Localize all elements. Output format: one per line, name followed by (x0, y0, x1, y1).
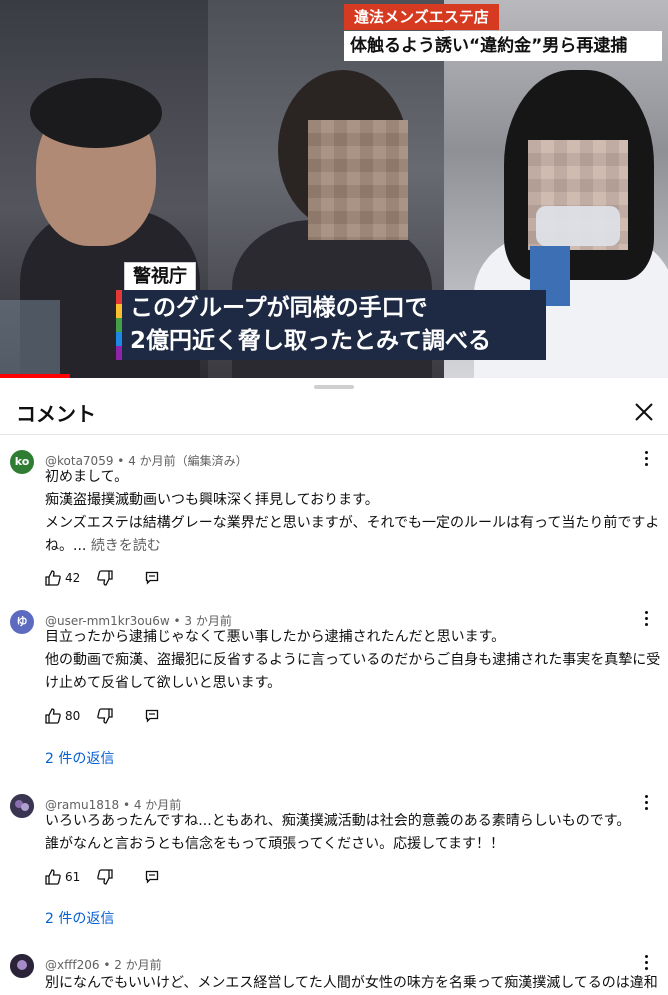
dislike-button[interactable] (97, 568, 117, 588)
dislike-button[interactable] (97, 867, 117, 887)
news-headline: 体触るよう誘い“違約金”男ら再逮捕 (344, 31, 662, 61)
comment-line: いろいろあったんですね...ともあれ、痴漢撲滅活動は社会的意義のある素晴らしいも… (45, 813, 631, 829)
reply-button[interactable] (145, 568, 165, 588)
dislike-button[interactable] (97, 706, 117, 726)
like-icon (45, 869, 61, 885)
comment-line: 誰がなんと言おうとも信念をもって頑張ってください。応援してます！！ (45, 836, 505, 852)
like-count: 61 (65, 870, 81, 884)
dislike-icon (97, 708, 113, 724)
comments-sheet: コメント ko @kota7059 • 4 か月前（編集済み） 初めまして。 痴… (0, 378, 668, 991)
dislike-icon (97, 869, 113, 885)
mosaic-blur (308, 120, 408, 240)
comment-text: 別になんでもいいけど、メンエス経営してた人間が女性の味方を名乗って痴漢撲滅してる… (45, 972, 658, 995)
header-divider (0, 434, 668, 435)
comment-line: 痴漢盗撮撲滅動画いつも興味深く拝見しております。 (45, 492, 379, 508)
comment-text: 目立ったから逮捕じゃなくて悪い事したから逮捕されたんだと思います。 他の動画で痴… (45, 626, 660, 695)
like-icon (45, 708, 61, 724)
avatar[interactable] (10, 794, 34, 818)
comment-line: 初めまして。 (45, 469, 129, 485)
agency-label: 警視庁 (124, 262, 196, 292)
comment-line: 目立ったから逮捕じゃなくて悪い事したから逮捕されたんだと思います。 (45, 629, 506, 645)
caption-line-2: 2億円近く脅し取ったとみて調べる (130, 328, 492, 354)
comment-line: メンズエステは結構グレーな業界だと思いますが、それでも一定のルールは有って当たり… (45, 515, 660, 531)
avatar[interactable]: ゆ (10, 610, 34, 634)
more-vert-icon[interactable] (636, 792, 656, 816)
avatar[interactable] (10, 954, 34, 978)
caption-color-strip (116, 290, 122, 360)
dislike-icon (97, 570, 113, 586)
reply-button[interactable] (145, 867, 165, 887)
comment-line: け止めて反省して欲しいと思います。 (45, 675, 282, 691)
reply-icon (145, 709, 159, 723)
sheet-drag-handle[interactable] (314, 385, 354, 389)
like-button[interactable]: 61 (45, 867, 85, 887)
like-icon (45, 570, 61, 586)
caption-line-1: このグループが同様の手口で (130, 295, 428, 321)
like-count: 42 (65, 571, 81, 585)
reply-icon (145, 571, 159, 585)
comment-line: 他の動画で痴漢、盗撮犯に反省するように言っているのだからご自身も逮捕された事実を… (45, 652, 661, 668)
avatar[interactable]: ko (10, 450, 34, 474)
view-replies-button[interactable]: 2 件の返信 (45, 748, 114, 768)
avatar-image (10, 794, 34, 818)
sheet-title: コメント (16, 402, 96, 426)
comment-line: ね。... 続きを読む (45, 538, 161, 554)
comment-text: 初めまして。 痴漢盗撮撲滅動画いつも興味深く拝見しております。 メンズエステは結… (45, 466, 659, 558)
like-count: 80 (65, 709, 81, 723)
read-more-link[interactable]: 続きを読む (91, 538, 161, 554)
like-button[interactable]: 42 (45, 568, 85, 588)
close-icon (635, 403, 653, 421)
news-category-tag: 違法メンズエステ店 (344, 4, 499, 30)
comment-line: 別になんでもいいけど、メンエス経営してた人間が女性の味方を名乗って痴漢撲滅してる… (45, 975, 658, 991)
view-replies-button[interactable]: 2 件の返信 (45, 908, 114, 928)
comment-meta: @xfff206 • 2 か月前 (45, 958, 162, 972)
video-player[interactable]: 違法メンズエステ店 体触るよう誘い“違約金”男ら再逮捕 警視庁 このグループが同… (0, 0, 668, 378)
close-button[interactable] (628, 396, 660, 428)
comment-author[interactable]: @xfff206 (45, 958, 100, 972)
comment-time: 2 か月前 (114, 958, 162, 972)
avatar-image (10, 954, 34, 978)
comment-text: いろいろあったんですね...ともあれ、痴漢撲滅活動は社会的意義のある素晴らしいも… (45, 810, 630, 856)
news-caption: このグループが同様の手口で 2億円近く脅し取ったとみて調べる (116, 290, 546, 360)
reply-button[interactable] (145, 706, 165, 726)
reply-icon (145, 870, 159, 884)
like-button[interactable]: 80 (45, 706, 85, 726)
